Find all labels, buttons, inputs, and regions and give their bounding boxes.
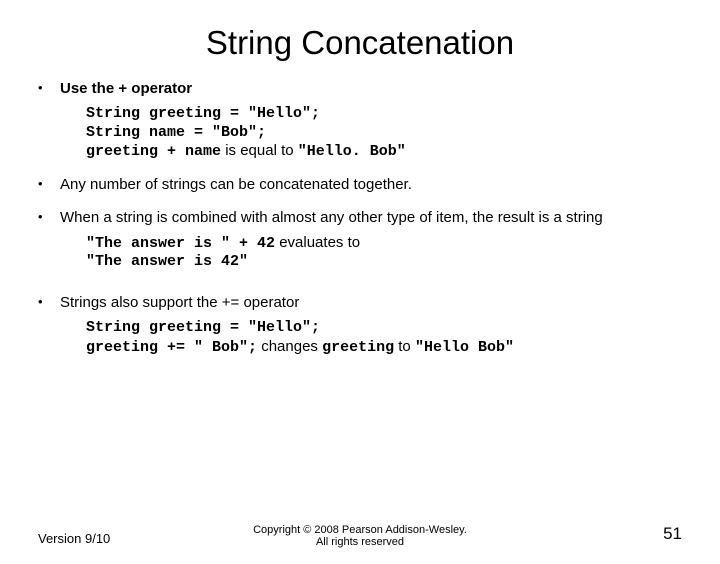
bullet-dot: • — [38, 209, 60, 225]
slide-body: • Use the + operator String greeting = "… — [0, 80, 720, 357]
bullet-2: • Any number of strings can be concatena… — [38, 176, 682, 195]
bullet-3: • When a string is combined with almost … — [38, 209, 682, 228]
code-line: greeting += " Bob"; changes greeting to … — [86, 338, 682, 358]
bullet-2-text: Any number of strings can be concatenate… — [60, 176, 682, 195]
bullet-dot: • — [38, 176, 60, 192]
code-block-2: "The answer is " + 42 evaluates to "The … — [86, 234, 682, 273]
bullet-4-text: Strings also support the += operator — [60, 294, 682, 313]
bullet-1: • Use the + operator — [38, 80, 682, 99]
code-expr: greeting += " Bob"; — [86, 339, 257, 356]
code-text: to — [394, 338, 415, 355]
code-block-3: String greeting = "Hello"; greeting += "… — [86, 319, 682, 358]
code-line: String name = "Bob"; — [86, 124, 682, 143]
code-var: greeting — [322, 339, 394, 356]
footer-pagenum: 51 — [663, 524, 682, 544]
code-line: String greeting = "Hello"; — [86, 105, 682, 124]
code-result: "Hello Bob" — [415, 339, 514, 356]
code-text: is equal to — [221, 142, 298, 159]
code-text: evaluates to — [275, 234, 360, 251]
slide: String Concatenation • Use the + operato… — [0, 24, 720, 564]
bullet-dot: • — [38, 294, 60, 310]
code-line: "The answer is " + 42 evaluates to — [86, 234, 682, 254]
bullet-dot: • — [38, 80, 60, 96]
code-expr: "The answer is " + 42 — [86, 235, 275, 252]
code-text: changes — [257, 338, 322, 355]
code-line: String greeting = "Hello"; — [86, 319, 682, 338]
copyright-line-2: All rights reserved — [316, 536, 404, 548]
code-result: "Hello. Bob" — [298, 143, 406, 160]
bullet-1-text: Use the + operator — [60, 80, 682, 99]
code-block-1: String greeting = "Hello"; String name =… — [86, 105, 682, 162]
code-line: greeting + name is equal to "Hello. Bob" — [86, 142, 682, 162]
code-expr: greeting + name — [86, 143, 221, 160]
bullet-3-text: When a string is combined with almost an… — [60, 209, 682, 228]
copyright-line-1: Copyright © 2008 Pearson Addison-Wesley. — [253, 524, 467, 536]
code-line: "The answer is 42" — [86, 253, 682, 272]
bullet-4: • Strings also support the += operator — [38, 294, 682, 313]
slide-title: String Concatenation — [0, 24, 720, 62]
footer-copyright: Copyright © 2008 Pearson Addison-Wesley.… — [0, 524, 720, 548]
